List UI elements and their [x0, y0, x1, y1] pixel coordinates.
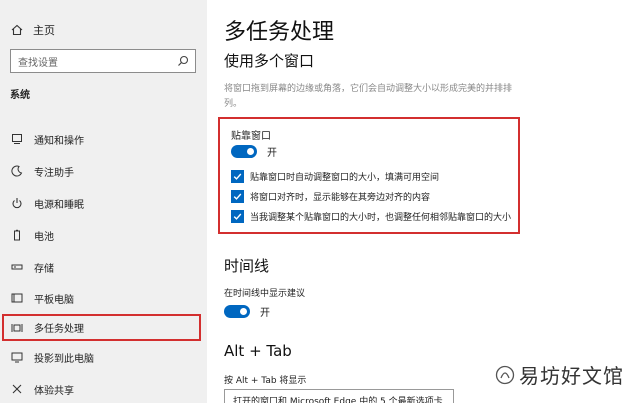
sidebar-item-tablet[interactable]: 平板电脑	[10, 286, 200, 310]
search-input[interactable]: 查找设置	[10, 49, 196, 73]
checkbox-label: 当我调整某个贴靠窗口的大小时，也调整任何相邻贴靠窗口的大小	[250, 213, 512, 223]
snap-toggle[interactable]	[231, 145, 257, 158]
snap-description: 将窗口拖到屏幕的边缘或角落，它们会自动调整大小以形成完美的并排排列。	[224, 84, 513, 109]
alt-tab-dropdown[interactable]: 打开的窗口和 Microsoft Edge 中的 5 个最新选项卡	[224, 389, 454, 403]
project-icon	[10, 350, 24, 364]
sidebar-item-label: 通知和操作	[34, 135, 84, 147]
checkbox-label: 贴靠窗口时自动调整窗口的大小，填满可用空间	[250, 173, 440, 183]
main-content: 多任务处理 使用多个窗口 将窗口拖到屏幕的边缘或角落，它们会自动调整大小以形成完…	[207, 0, 640, 403]
section-title-timeline: 时间线	[224, 257, 270, 275]
home-icon	[10, 23, 24, 37]
home-label: 主页	[33, 24, 55, 37]
sidebar-item-notifications[interactable]: 通知和操作	[10, 127, 200, 151]
sidebar-item-multitasking[interactable]: 多任务处理	[2, 314, 201, 341]
alt-tab-label: 按 Alt + Tab 将显示	[224, 376, 307, 386]
checkbox[interactable]	[231, 190, 244, 203]
checkbox[interactable]	[231, 210, 244, 223]
section-title-alt-tab: Alt + Tab	[224, 342, 292, 360]
section-title-snap: 使用多个窗口	[224, 52, 315, 70]
timeline-toggle[interactable]	[224, 305, 250, 318]
power-icon	[10, 196, 24, 210]
snap-windows-label: 贴靠窗口	[231, 131, 271, 142]
snap-option-show-alongside[interactable]: 将窗口对齐时，显示能够在其旁边对齐的内容	[231, 190, 430, 203]
sidebar-item-label: 投影到此电脑	[34, 353, 94, 365]
home-nav-item[interactable]: 主页	[10, 22, 55, 38]
timeline-suggestions-label: 在时间线中显示建议	[224, 289, 306, 299]
storage-icon	[10, 260, 24, 274]
sidebar-item-focus-assist[interactable]: 专注助手	[10, 159, 200, 183]
watermark-text: 易坊好文馆	[519, 364, 624, 388]
sidebar-item-power-sleep[interactable]: 电源和睡眠	[10, 191, 200, 215]
sidebar-item-label: 存储	[34, 263, 54, 275]
battery-icon	[10, 228, 24, 242]
snap-option-fill-space[interactable]: 贴靠窗口时自动调整窗口的大小，填满可用空间	[231, 170, 439, 183]
notification-icon	[10, 132, 24, 146]
moon-icon	[10, 164, 24, 178]
sidebar-item-battery[interactable]: 电池	[10, 223, 200, 247]
sidebar-item-project[interactable]: 投影到此电脑	[10, 345, 200, 369]
watermark: 易坊好文馆	[489, 358, 630, 391]
search-icon[interactable]	[177, 55, 189, 67]
sidebar-item-label: 多任务处理	[34, 324, 84, 335]
snap-windows-group: 贴靠窗口 开 贴靠窗口时自动调整窗口的大小，填满可用空间 将窗口对齐时，显示能够…	[218, 117, 520, 234]
multitasking-icon	[10, 321, 24, 335]
snap-option-resize-adjacent[interactable]: 当我调整某个贴靠窗口的大小时，也调整任何相邻贴靠窗口的大小	[231, 210, 511, 223]
sidebar-item-label: 电源和睡眠	[34, 199, 84, 211]
snap-toggle-row: 开	[231, 144, 277, 159]
sidebar-item-label: 专注助手	[34, 167, 74, 179]
snap-toggle-state: 开	[267, 148, 277, 159]
sidebar-item-storage[interactable]: 存储	[10, 255, 200, 279]
sidebar-item-label: 体验共享	[34, 385, 74, 397]
checkbox[interactable]	[231, 170, 244, 183]
tablet-icon	[10, 291, 24, 305]
search-placeholder: 查找设置	[18, 57, 58, 69]
settings-sidebar: 主页 查找设置 系统 通知和操作 专注助手 电源和睡眠 电池 存储 平板电脑 多…	[0, 0, 207, 403]
checkbox-label: 将窗口对齐时，显示能够在其旁边对齐的内容	[250, 193, 431, 203]
share-icon	[10, 382, 24, 396]
timeline-toggle-state: 开	[260, 308, 270, 319]
sidebar-item-label: 电池	[34, 231, 54, 243]
page-title: 多任务处理	[224, 20, 335, 45]
timeline-toggle-row: 开	[224, 304, 270, 319]
sidebar-item-label: 平板电脑	[34, 294, 74, 306]
section-label-system: 系统	[10, 90, 30, 101]
sidebar-item-shared-experiences[interactable]: 体验共享	[10, 377, 200, 401]
dropdown-value: 打开的窗口和 Microsoft Edge 中的 5 个最新选项卡	[233, 396, 443, 403]
watermark-logo-icon	[495, 365, 515, 385]
